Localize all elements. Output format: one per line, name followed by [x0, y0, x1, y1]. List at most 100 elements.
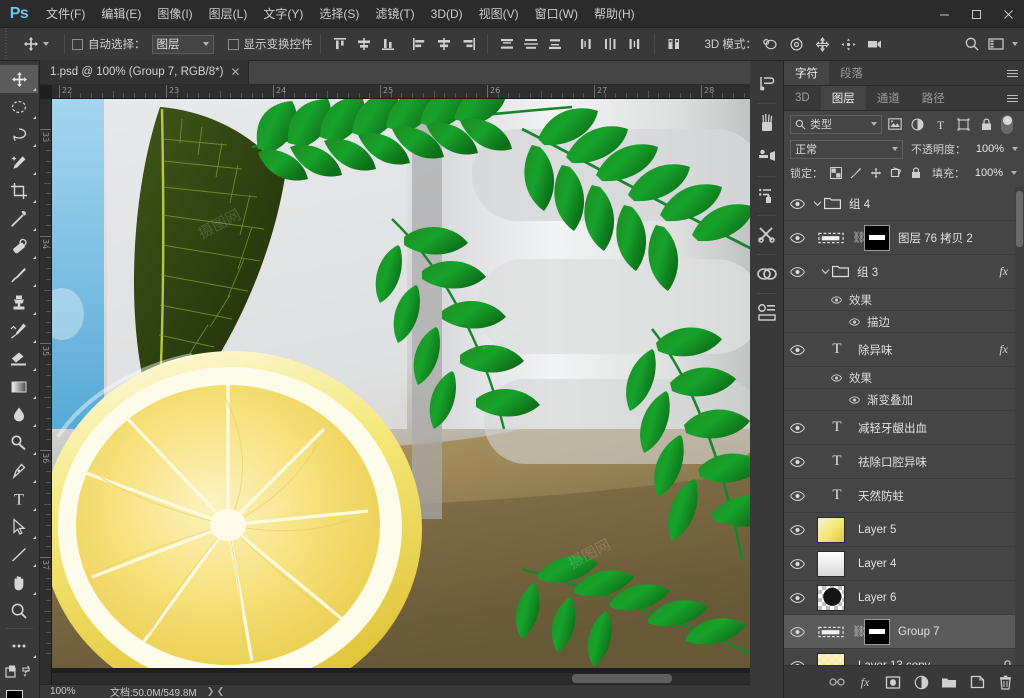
- tool-history-brush[interactable]: [0, 317, 38, 345]
- eye-icon[interactable]: [828, 295, 844, 304]
- tool-more[interactable]: [0, 632, 38, 660]
- tool-gradient[interactable]: [0, 373, 38, 401]
- menu-image[interactable]: 图像(I): [149, 0, 200, 28]
- distribute-vertical-centers-button[interactable]: [519, 33, 543, 55]
- dock-tool-presets-icon[interactable]: [750, 140, 784, 174]
- layer-visibility-toggle[interactable]: [784, 422, 810, 433]
- auto-select-dropdown[interactable]: 图层: [151, 34, 214, 54]
- menu-3d[interactable]: 3D(D): [423, 0, 471, 28]
- opacity-value[interactable]: 100%: [970, 143, 1004, 155]
- menu-layer[interactable]: 图层(L): [201, 0, 256, 28]
- align-left-edges-button[interactable]: [408, 33, 432, 55]
- tool-pen[interactable]: [0, 457, 38, 485]
- tool-brush[interactable]: [0, 261, 38, 289]
- menu-filter[interactable]: 滤镜(T): [367, 0, 422, 28]
- minimize-button[interactable]: [928, 0, 960, 28]
- new-layer-button[interactable]: [964, 669, 990, 695]
- layer-row[interactable]: Layer 4: [784, 547, 1024, 581]
- mask-link-icon[interactable]: ⛓: [852, 625, 866, 638]
- fill-stepper-caret-icon[interactable]: [1011, 171, 1017, 175]
- distribute-left-edges-button[interactable]: [575, 33, 599, 55]
- character-panel-menu-icon[interactable]: [1000, 61, 1024, 85]
- group-expand-arrow-icon[interactable]: [818, 267, 832, 276]
- tab-channels[interactable]: 通道: [865, 86, 911, 110]
- tool-dodge[interactable]: [0, 429, 38, 457]
- tab-3d[interactable]: 3D: [784, 86, 821, 110]
- adjustment-layer-button[interactable]: [908, 669, 934, 695]
- layer-row[interactable]: T 减轻牙龈出血: [784, 411, 1024, 445]
- layer-row[interactable]: ⛓ Group 7: [784, 615, 1024, 649]
- color-swatches[interactable]: [0, 686, 38, 698]
- roll-3d-object-button[interactable]: [785, 33, 809, 55]
- layer-effects-header[interactable]: 效果: [784, 289, 1024, 311]
- align-right-edges-button[interactable]: [456, 33, 480, 55]
- layer-row[interactable]: T 天然防蛀: [784, 479, 1024, 513]
- tool-lasso[interactable]: [0, 121, 38, 149]
- tool-crop[interactable]: [0, 177, 38, 205]
- eye-icon[interactable]: [846, 317, 862, 326]
- align-horizontal-centers-button[interactable]: [432, 33, 456, 55]
- tab-layers[interactable]: 图层: [820, 86, 866, 110]
- layer-visibility-toggle[interactable]: [784, 232, 810, 243]
- dock-actions-icon[interactable]: [750, 218, 784, 252]
- status-expand-arrows[interactable]: ❯ ❮: [207, 686, 225, 697]
- menu-select[interactable]: 选择(S): [311, 0, 367, 28]
- quick-mask-toggle[interactable]: [0, 660, 38, 684]
- menu-help[interactable]: 帮助(H): [586, 0, 643, 28]
- layer-row[interactable]: Layer 6: [784, 581, 1024, 615]
- layer-effects-header[interactable]: 效果: [784, 367, 1024, 389]
- auto-align-layers-button[interactable]: [662, 33, 686, 55]
- layer-visibility-toggle[interactable]: [784, 456, 810, 467]
- layer-visibility-toggle[interactable]: [784, 344, 810, 355]
- maximize-button[interactable]: [960, 0, 992, 28]
- layer-thumbnail[interactable]: [810, 584, 852, 611]
- options-grip[interactable]: [0, 27, 14, 61]
- eye-icon[interactable]: [846, 395, 862, 404]
- tool-line[interactable]: [0, 541, 38, 569]
- lock-image-pixels-button[interactable]: [847, 165, 864, 182]
- tool-zoom[interactable]: [0, 597, 38, 625]
- layer-row[interactable]: 组 3fx⌃: [784, 255, 1024, 289]
- search-icon[interactable]: [960, 33, 984, 55]
- menu-view[interactable]: 视图(V): [471, 0, 527, 28]
- layer-effect-item[interactable]: 渐变叠加: [784, 389, 1024, 411]
- dock-properties-icon[interactable]: [750, 296, 784, 330]
- eye-icon[interactable]: [828, 373, 844, 382]
- opacity-stepper-caret-icon[interactable]: [1012, 147, 1018, 151]
- lock-all-button[interactable]: [907, 165, 924, 182]
- tool-eraser[interactable]: [0, 345, 38, 373]
- layer-mask-thumbnail[interactable]: [864, 224, 890, 251]
- tool-move[interactable]: [0, 65, 38, 93]
- delete-layer-button[interactable]: [992, 669, 1018, 695]
- close-button[interactable]: [992, 0, 1024, 28]
- workspace-caret-icon[interactable]: [1012, 42, 1018, 46]
- layer-list-scrollbar[interactable]: [1015, 187, 1024, 665]
- tool-eyedropper[interactable]: [0, 205, 38, 233]
- distribute-right-edges-button[interactable]: [623, 33, 647, 55]
- tab-character[interactable]: 字符: [784, 61, 829, 85]
- canvas-area[interactable]: 22 23 24 25 26 27 28 33 34 35 36 37 摄图网 …: [40, 85, 774, 698]
- tab-paragraph[interactable]: 段落: [829, 61, 874, 85]
- tool-type[interactable]: T: [0, 485, 38, 513]
- dock-brush-presets-icon[interactable]: [750, 106, 784, 140]
- tool-hand[interactable]: [0, 569, 38, 597]
- 3d-camera-button[interactable]: [863, 33, 887, 55]
- layer-thumbnail[interactable]: [810, 516, 852, 543]
- layer-row[interactable]: Layer 13 copy: [784, 649, 1024, 665]
- distribute-top-edges-button[interactable]: [495, 33, 519, 55]
- menu-edit[interactable]: 编辑(E): [93, 0, 149, 28]
- tool-healing-brush[interactable]: [0, 233, 38, 261]
- tab-paths[interactable]: 路径: [910, 86, 956, 110]
- group-expand-arrow-icon[interactable]: [810, 199, 824, 208]
- layer-visibility-toggle[interactable]: [784, 558, 810, 569]
- document-tab[interactable]: 1.psd @ 100% (Group 7, RGB/8*) ✕: [40, 60, 250, 84]
- blend-mode-dropdown[interactable]: 正常: [790, 139, 903, 159]
- dock-adjustments-icon[interactable]: [750, 179, 784, 213]
- add-mask-button[interactable]: [880, 669, 906, 695]
- tool-marquee[interactable]: [0, 93, 38, 121]
- tool-blur[interactable]: [0, 401, 38, 429]
- layer-row[interactable]: Layer 5: [784, 513, 1024, 547]
- mask-link-icon[interactable]: ⛓: [852, 231, 866, 244]
- workspace-switcher-button[interactable]: [984, 33, 1008, 55]
- layer-thumbnail[interactable]: [810, 226, 852, 250]
